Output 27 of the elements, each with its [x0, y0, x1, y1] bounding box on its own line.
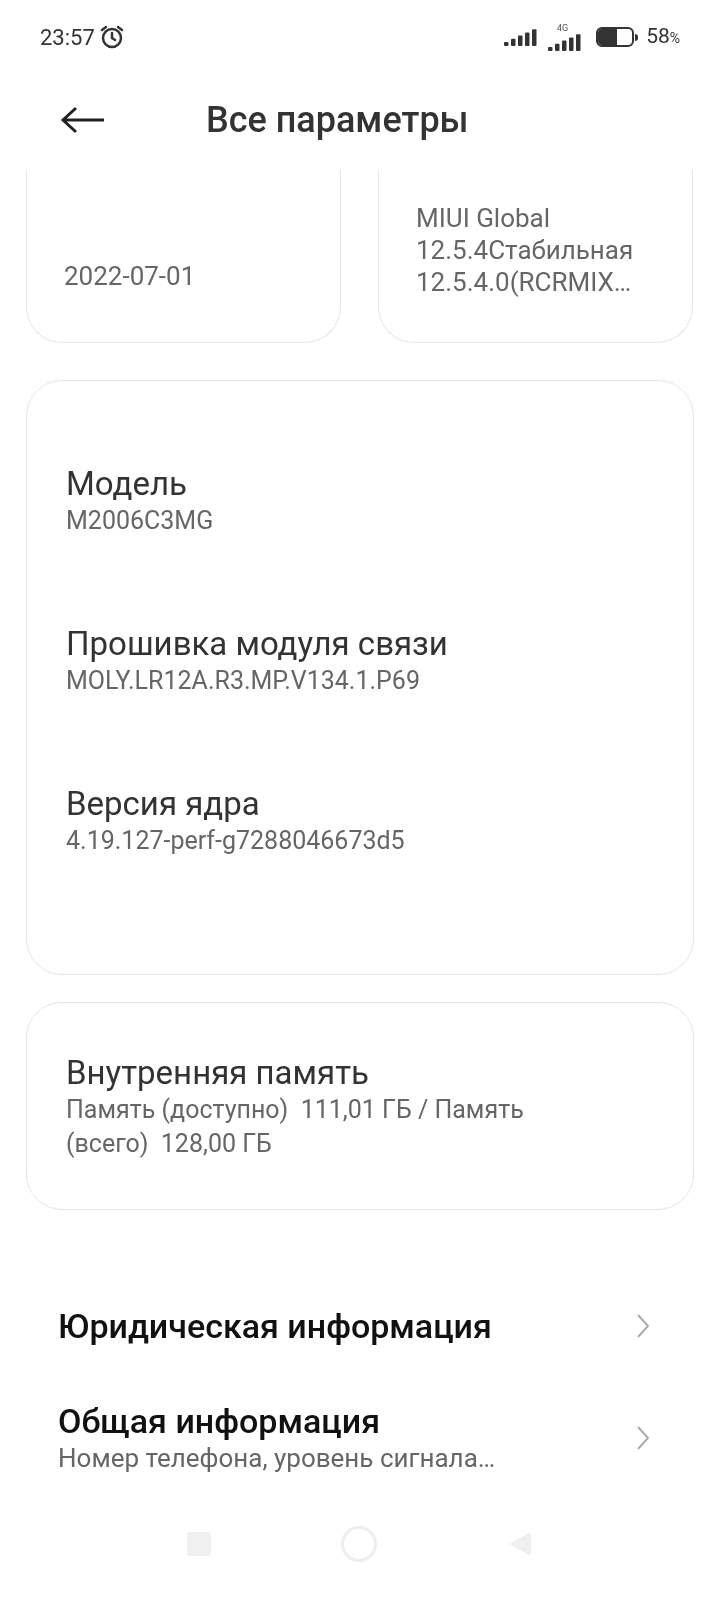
alarm-icon: [98, 24, 125, 50]
detail-value: MOLY.LR12A.R3.MP.V134.1.P69: [66, 665, 421, 697]
detail-label: Прошивка модуля связи: [66, 624, 449, 664]
menu-title: Юридическая информация: [58, 1306, 492, 1346]
battery-percent: 58%: [646, 23, 680, 51]
chevron-right-icon: [636, 1313, 650, 1339]
info-value: MIUI Global 12.5.4Стабильная 12.5.4.0(RCRMIX…: [416, 202, 635, 298]
detail-label: Модель: [66, 464, 188, 504]
info-card[interactable]: 2022-07-01: [26, 170, 341, 343]
storage-value: Память (доступно) 111,01 ГБ / Память (всего) 128,00 ГБ: [66, 1094, 525, 1160]
page-title: Все параметры: [206, 98, 469, 143]
clock-time: 23:57: [40, 23, 95, 52]
storage-card[interactable]: Внутренняя память Память (доступно) 111,01 ГБ / Память (всего) 128,00 ГБ: [26, 1002, 694, 1210]
back-arrow-icon[interactable]: [60, 106, 106, 134]
menu-item[interactable]: Общая информация Номер телефона, уровень сигнала…: [0, 1382, 720, 1494]
detail-value: M2006C3MG: [66, 505, 215, 537]
info-value: 2022-07-01: [64, 260, 197, 292]
chevron-right-icon: [636, 1425, 650, 1451]
storage-label: Внутренняя память: [66, 1053, 370, 1093]
menu-item[interactable]: Юридическая информация: [0, 1270, 720, 1382]
detail-label: Версия ядра: [66, 784, 261, 824]
detail-value: 4.19.127-perf-g7288046673d5: [66, 825, 406, 857]
battery-icon: [596, 27, 639, 47]
menu-title: Общая информация: [58, 1401, 381, 1441]
menu-subtitle: Номер телефона, уровень сигнала…: [58, 1442, 496, 1475]
network-type: 4G: [556, 23, 569, 33]
info-card[interactable]: MIUI Global 12.5.4Стабильная 12.5.4.0(RCRMIX…: [378, 170, 693, 343]
